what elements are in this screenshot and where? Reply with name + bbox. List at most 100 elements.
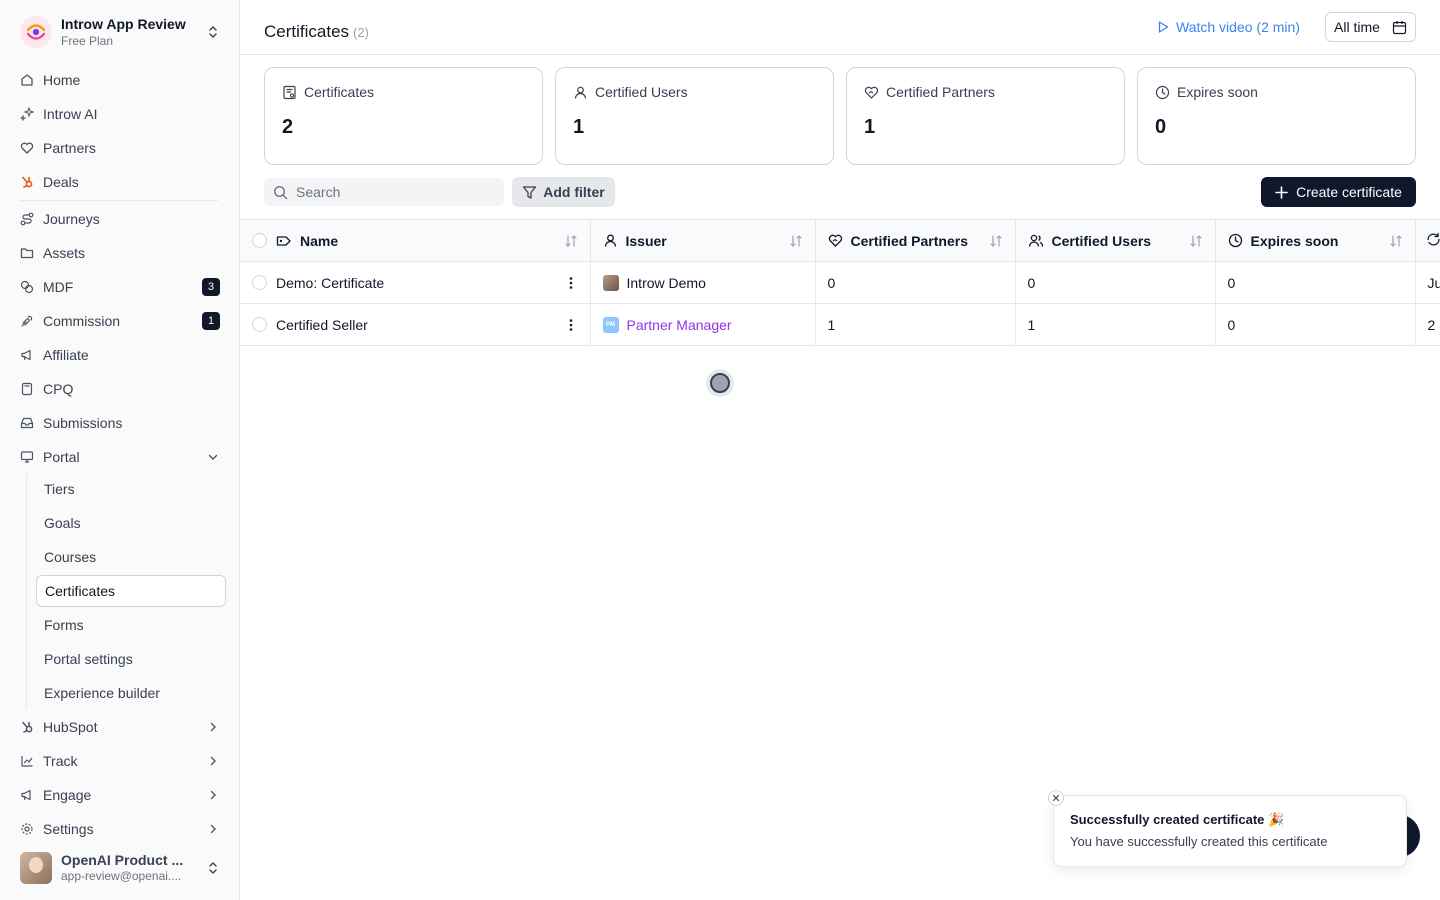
workspace-name: Introw App Review [61,15,186,32]
stat-card-expires-soon: Expires soon 0 [1137,67,1416,165]
search-icon [273,185,288,199]
toast-title: Successfully created certificate 🎉 [1070,812,1285,827]
sidebar-group-hubspot[interactable]: HubSpot [12,712,228,742]
filter-icon [523,185,537,199]
avatar [20,852,52,884]
refresh-icon [1426,232,1440,245]
issuer-name: Introw Demo [626,274,706,291]
column-header-expires-soon[interactable]: Expires soon [1215,219,1416,262]
sidebar-item-label: Assets [43,245,86,261]
sidebar-subitem-courses[interactable]: Courses [36,542,226,572]
sort-icon[interactable] [789,234,803,248]
certificate-icon [283,85,296,99]
sidebar-item-label: Commission [43,313,121,329]
column-header-issuer[interactable]: Issuer [590,219,816,262]
sidebar-group-settings[interactable]: Settings [12,814,228,844]
sidebar-item-introw-ai[interactable]: Introw AI [12,99,228,129]
user-email: app-review@openai.... [61,869,182,884]
certificate-name[interactable]: Demo: Certificate [276,275,564,291]
home-icon [20,73,34,87]
overflow-cell: 2 [1415,303,1440,346]
row-checkbox[interactable] [252,275,267,290]
mdf-count-badge: 3 [202,278,220,296]
sidebar-subitem-certificates[interactable]: Certificates [36,575,226,607]
create-certificate-button[interactable]: Create certificate [1261,177,1416,207]
sort-icon[interactable] [989,234,1003,248]
select-all-checkbox[interactable] [252,233,267,248]
watch-video-link[interactable]: Watch video (2 min) [1156,16,1300,38]
page-title: Certificates (2) [264,22,369,41]
more-vertical-icon[interactable] [564,318,578,332]
sidebar-item-cpq[interactable]: CPQ [12,374,228,404]
clock-icon [1228,233,1242,248]
column-header-certified-partners[interactable]: Certified Partners [815,219,1016,262]
column-header-certified-users[interactable]: Certified Users [1015,219,1216,262]
column-header-overflow[interactable] [1415,219,1440,262]
sidebar-item-affiliate[interactable]: Affiliate [12,340,228,370]
workspace-switcher[interactable]: Introw App Review Free Plan [12,12,228,52]
row-checkbox[interactable] [252,317,267,332]
expires-soon-cell: 0 [1215,303,1416,346]
sidebar-item-label: Introw AI [43,106,98,122]
sidebar-subitem-experience-builder[interactable]: Experience builder [36,678,226,708]
sidebar-item-label: Home [43,72,81,88]
sidebar-subitem-goals[interactable]: Goals [36,508,226,538]
sidebar-item-portal[interactable]: Portal [12,442,228,472]
user-icon [604,234,616,247]
stat-card-certified-users: Certified Users 1 [555,67,834,165]
issuer-link[interactable]: Partner Manager [627,317,732,333]
stat-value: 1 [573,116,585,138]
sidebar-item-mdf[interactable]: MDF 3 [12,272,228,302]
stat-value: 2 [282,116,294,138]
sidebar: Introw App Review Free Plan Home Introw … [0,0,240,900]
user-menu[interactable]: OpenAI Product ... app-review@openai.... [12,846,228,890]
sidebar-subitem-portal-settings[interactable]: Portal settings [36,644,226,674]
chevron-right-icon [210,722,216,732]
sidebar-item-home[interactable]: Home [12,65,228,95]
sort-icon[interactable] [1189,234,1203,248]
introw-logo-icon [20,16,52,48]
sidebar-item-assets[interactable]: Assets [12,238,228,268]
sidebar-divider [20,200,218,201]
workspace-plan: Free Plan [61,33,114,48]
sidebar-item-partners[interactable]: Partners [12,133,228,163]
sidebar-item-label: Affiliate [43,347,89,363]
sidebar-subitem-tiers[interactable]: Tiers [36,474,226,504]
certified-users-cell: 0 [1015,261,1216,304]
table-row[interactable]: Certified Seller PM Partner Manager 1 1 … [240,303,1440,346]
sort-icon[interactable] [1389,234,1403,248]
handshake-heart-icon [864,86,879,99]
sidebar-item-commission[interactable]: Commission 1 [12,306,228,336]
toast-description: You have successfully created this certi… [1070,834,1328,849]
chevron-right-icon [210,756,216,766]
add-filter-button[interactable]: Add filter [512,177,615,207]
column-header-name[interactable]: Name [240,219,591,262]
search-input[interactable] [296,184,486,200]
close-icon[interactable] [1048,790,1064,806]
overflow-cell: Ju [1415,261,1440,304]
sidebar-item-label: Track [43,753,78,769]
page-count: (2) [353,25,369,40]
sort-icon[interactable] [564,234,578,248]
sidebar-item-journeys[interactable]: Journeys [12,204,228,234]
more-vertical-icon[interactable] [564,276,578,290]
table-row[interactable]: Demo: Certificate Introw Demo 0 0 0 Ju [240,261,1440,304]
portal-submenu-rail [26,474,27,708]
sidebar-item-submissions[interactable]: Submissions [12,408,228,438]
sidebar-group-engage[interactable]: Engage [12,780,228,810]
sidebar-group-track[interactable]: Track [12,746,228,776]
sidebar-item-deals[interactable]: Deals [12,167,228,197]
search-box[interactable] [264,178,504,206]
stat-cards: Certificates 2 Certified Users 1 Certifi… [264,67,1416,165]
sidebar-item-label: Submissions [43,415,123,431]
success-toast: Successfully created certificate 🎉 You h… [1048,790,1407,867]
sidebar-item-label: HubSpot [43,719,98,735]
commission-count-badge: 1 [202,312,220,330]
chevrons-up-down-icon [209,862,217,874]
stat-label: Certified Users [595,84,688,100]
user-icon [574,86,587,99]
sidebar-subitem-forms[interactable]: Forms [36,610,226,640]
date-range-picker[interactable]: All time [1325,12,1416,42]
certificate-name[interactable]: Certified Seller [276,317,564,333]
table-toolbar: Add filter Create certificate [264,177,1416,207]
